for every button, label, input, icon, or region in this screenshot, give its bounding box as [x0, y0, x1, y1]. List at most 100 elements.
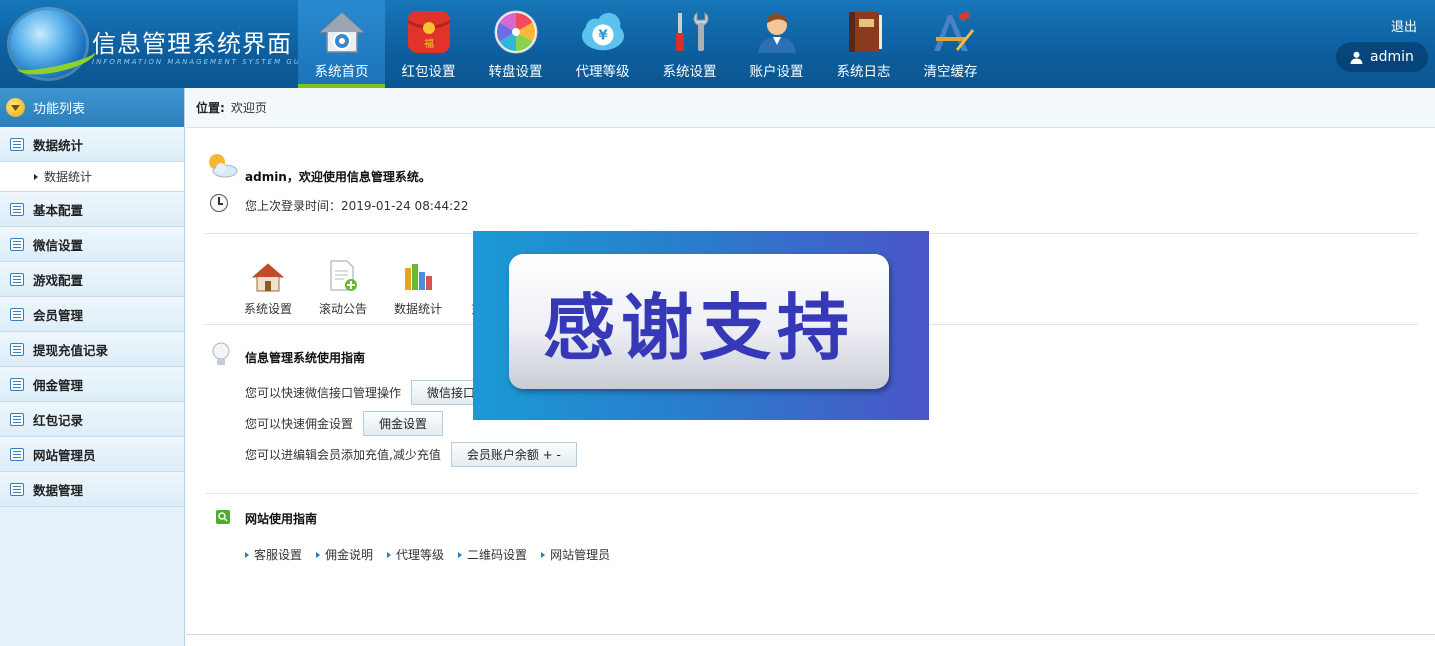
brush-icon [928, 9, 974, 55]
triangle-right-icon [458, 551, 463, 558]
user-badge[interactable]: admin [1336, 42, 1428, 72]
list-icon [10, 307, 24, 321]
magnifier-icon [216, 510, 230, 524]
commission-settings-button[interactable]: 佣金设置 [363, 411, 444, 436]
guide-row: 您可以快速佣金设置 佣金设置 [245, 411, 444, 436]
divider [205, 493, 1418, 494]
guide-row: 您可以快速微信接口管理操作 微信接口 [245, 380, 492, 405]
home-icon [319, 9, 365, 55]
thanks-text: 感谢支持 [542, 285, 855, 370]
app-subtitle: INFORMATION MANAGEMENT SYSTEM GUI [92, 58, 305, 66]
shortcut-scroll-notice[interactable]: 滚动公告 [317, 258, 369, 317]
guide-row: 您可以进编辑会员添加充值,减少充值 会员账户余额 + - [245, 442, 577, 467]
sidebar-item-wechat[interactable]: 微信设置 [0, 227, 184, 262]
logout-link[interactable]: 退出 [1391, 16, 1417, 35]
nav-label: 系统日志 [836, 64, 891, 80]
top-nav: 系统首页 福 红包设置 转盘设置 ¥ 代理等级 系统设置 账户设置 系统日志 清… [298, 0, 994, 88]
shortcut-data-stats[interactable]: 数据统计 [392, 258, 444, 317]
triangle-right-icon [34, 173, 38, 180]
sidebar-item-label: 数据统计 [33, 137, 84, 153]
last-login-time: 您上次登录时间：2019-01-24 08:44:22 [245, 199, 469, 213]
link-label: 二维码设置 [467, 548, 528, 562]
shortcut-bar: 系统设置 滚动公告 数据统计 [242, 258, 487, 317]
sidebar-item-label: 提现充值记录 [33, 342, 109, 358]
sidebar-item-red-packet-records[interactable]: 红包记录 [0, 402, 184, 437]
nav-account-settings[interactable]: 账户设置 [733, 0, 820, 88]
sidebar-item-members[interactable]: 会员管理 [0, 297, 184, 332]
book-icon [841, 9, 887, 55]
nav-label: 红包设置 [401, 64, 456, 80]
nav-clear-cache[interactable]: 清空缓存 [907, 0, 994, 88]
list-icon [10, 377, 24, 391]
bar-chart-icon [392, 258, 444, 292]
sidebar-item-label: 佣金管理 [33, 377, 84, 393]
link-label: 客服设置 [254, 548, 303, 562]
nav-label: 清空缓存 [923, 64, 978, 80]
triangle-right-icon [316, 551, 321, 558]
sidebar-item-game-config[interactable]: 游戏配置 [0, 262, 184, 297]
triangle-right-icon [541, 551, 546, 558]
sidebar-item-label: 微信设置 [33, 237, 84, 253]
sidebar-header[interactable]: 功能列表 [0, 88, 184, 127]
footer-divider [186, 634, 1435, 635]
sidebar-item-basic-config[interactable]: 基本配置 [0, 192, 184, 227]
link-customer-service[interactable]: 客服设置 [245, 546, 302, 563]
link-agent-level[interactable]: 代理等级 [387, 546, 444, 563]
nav-label: 系统首页 [314, 64, 369, 80]
sidebar-item-label: 会员管理 [33, 307, 84, 323]
list-icon [10, 482, 24, 496]
wheel-icon [493, 9, 539, 55]
lightbulb-icon [212, 342, 230, 371]
breadcrumb: 位置: 欢迎页 [186, 88, 1435, 128]
guide-text: 您可以快速佣金设置 [245, 417, 354, 431]
sidebar-item-site-admins[interactable]: 网站管理员 [0, 437, 184, 472]
link-label: 网站管理员 [550, 548, 611, 562]
sidebar-item-label: 网站管理员 [33, 447, 96, 463]
red-envelope-icon: 福 [406, 9, 452, 55]
link-label: 代理等级 [396, 548, 445, 562]
shortcut-label: 系统设置 [243, 302, 292, 316]
breadcrumb-current[interactable]: 欢迎页 [231, 99, 267, 116]
shortcut-system-settings[interactable]: 系统设置 [242, 258, 294, 317]
web-guide-title: 网站使用指南 [245, 512, 318, 526]
nav-system-settings[interactable]: 系统设置 [646, 0, 733, 88]
nav-wheel[interactable]: 转盘设置 [472, 0, 559, 88]
svg-text:福: 福 [424, 37, 434, 50]
nav-label: 账户设置 [749, 64, 804, 80]
list-icon [10, 202, 24, 216]
nav-label: 代理等级 [575, 64, 630, 80]
list-icon [10, 412, 24, 426]
document-add-icon [317, 258, 369, 292]
guide-title: 信息管理系统使用指南 [245, 351, 366, 365]
sidebar-item-label: 红包记录 [33, 412, 84, 428]
link-commission-info[interactable]: 佣金说明 [316, 546, 373, 563]
sidebar-item-commission[interactable]: 佣金管理 [0, 367, 184, 402]
sidebar-item-withdraw-records[interactable]: 提现充值记录 [0, 332, 184, 367]
nav-system-log[interactable]: 系统日志 [820, 0, 907, 88]
welcome-message: admin，欢迎使用信息管理系统。 [245, 170, 431, 184]
link-label: 佣金说明 [325, 548, 374, 562]
thanks-banner-panel: 感谢支持 [509, 254, 889, 389]
svg-text:¥: ¥ [598, 29, 608, 44]
person-icon [1350, 51, 1363, 64]
link-site-admins[interactable]: 网站管理员 [541, 546, 610, 563]
sidebar-item-label: 基本配置 [33, 202, 84, 218]
sidebar-item-data-management[interactable]: 数据管理 [0, 472, 184, 507]
tools-icon [667, 9, 713, 55]
sidebar-item-data-stats[interactable]: 数据统计 [0, 127, 184, 162]
nav-agent-level[interactable]: ¥ 代理等级 [559, 0, 646, 88]
sidebar-item-label: 数据管理 [33, 482, 84, 498]
nav-label: 系统设置 [662, 64, 717, 80]
app-title: 信息管理系统界面 [92, 30, 292, 58]
header: 信息管理系统界面 INFORMATION MANAGEMENT SYSTEM G… [0, 0, 1435, 88]
guide-text: 您可以快速微信接口管理操作 [245, 386, 402, 400]
member-balance-button[interactable]: 会员账户余额 + - [450, 442, 577, 467]
dropdown-circle-icon [6, 98, 25, 117]
shortcut-label: 数据统计 [393, 302, 442, 316]
weather-icon [206, 152, 238, 181]
link-qrcode-settings[interactable]: 二维码设置 [458, 546, 527, 563]
sidebar-subitem-data-stats[interactable]: 数据统计 [0, 162, 184, 192]
list-icon [10, 447, 24, 461]
nav-red-envelope[interactable]: 福 红包设置 [385, 0, 472, 88]
nav-home[interactable]: 系统首页 [298, 0, 385, 88]
